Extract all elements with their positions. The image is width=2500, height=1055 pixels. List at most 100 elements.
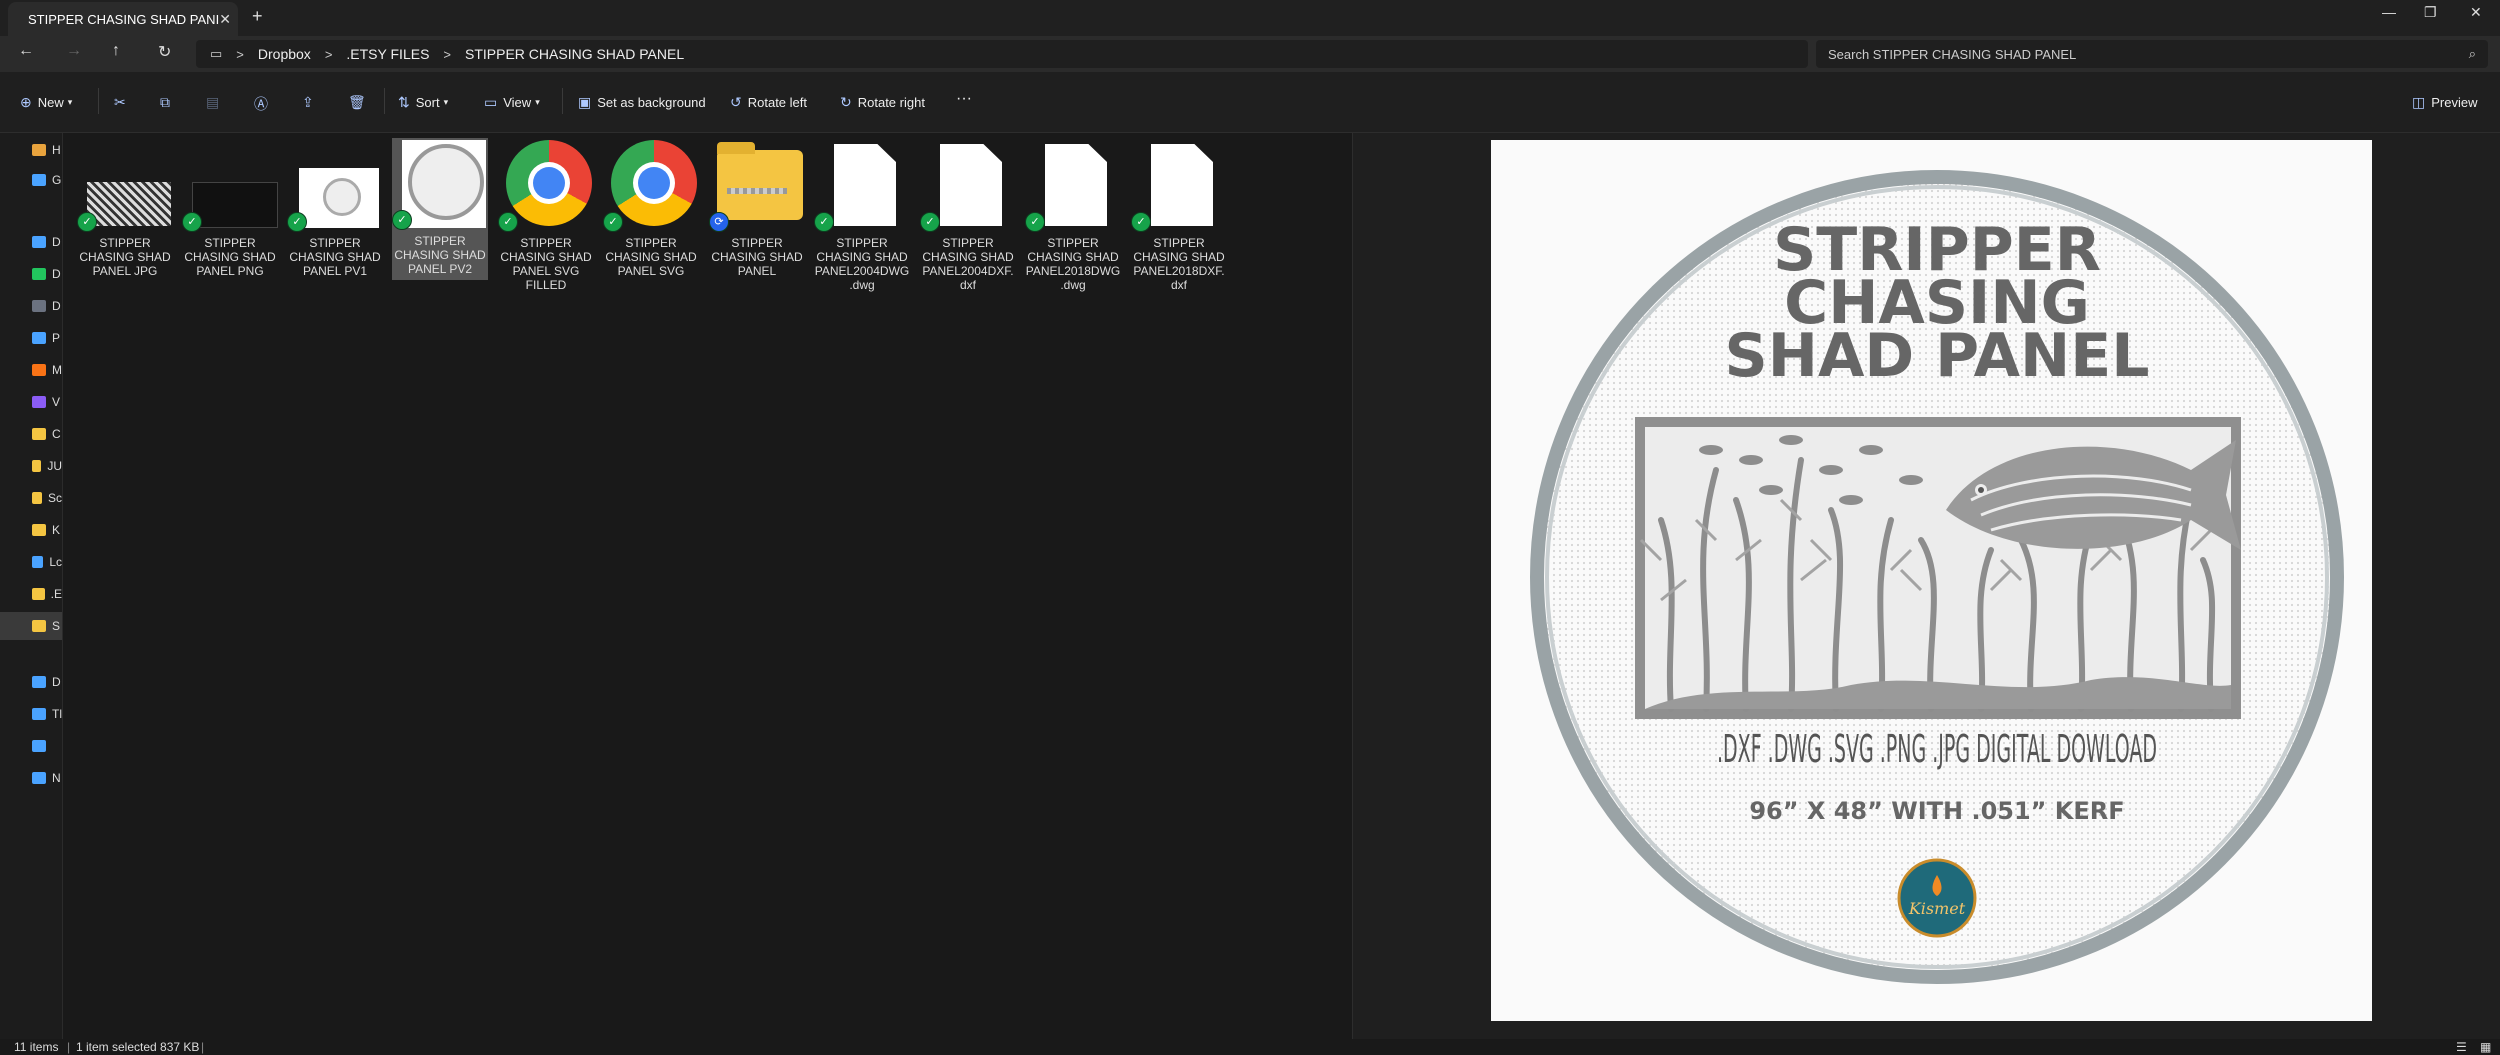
forward-arrow-icon[interactable]: → [66, 42, 82, 60]
delete-icon[interactable]: 🗑 [348, 94, 372, 111]
file-item[interactable]: ✓ STIPPER CHASING SHAD PANEL2004DWG.dwg [814, 140, 910, 300]
nav-item[interactable]: M [0, 356, 62, 384]
nav-item-icon [32, 556, 44, 568]
status-bar [0, 1039, 2500, 1055]
nav-item-icon [32, 740, 46, 752]
rename-icon[interactable]: Ⓐ [254, 94, 274, 114]
cut-icon[interactable]: ✂ [114, 94, 132, 111]
view-button[interactable]: ▭ View ▾ [484, 94, 540, 111]
preview-toggle-button[interactable]: ◫ Preview [2412, 94, 2477, 111]
rotate-right-icon: ↻ [840, 94, 852, 110]
rotate-right-button[interactable]: ↻ Rotate right [840, 94, 925, 111]
back-arrow-icon[interactable]: ← [18, 42, 34, 60]
nav-item[interactable]: N [0, 764, 62, 792]
nav-item-label: Sc [47, 491, 62, 505]
file-item[interactable]: ✓ STIPPER CHASING SHAD PANEL2004DXF.dxf [920, 140, 1016, 300]
close-window-button[interactable]: ✕ [2470, 4, 2482, 21]
nav-item-label: S [52, 619, 61, 633]
breadcrumb-dropbox[interactable]: Dropbox [258, 46, 311, 62]
share-icon[interactable]: ⇪ [302, 94, 320, 111]
image-thumbnail [190, 140, 278, 232]
image-thumbnail [295, 140, 381, 232]
nav-item-label: V [52, 395, 61, 409]
file-item[interactable]: ✓ STIPPER CHASING SHAD PANEL PV2 [392, 138, 488, 280]
file-item[interactable]: ✓ STIPPER CHASING SHAD PANEL2018DWG.dwg [1025, 140, 1121, 300]
refresh-icon[interactable]: ↻ [158, 42, 171, 62]
nav-item-icon [32, 620, 46, 632]
document-icon [928, 140, 1014, 232]
nav-item-label: N [52, 771, 61, 785]
document-icon [822, 140, 908, 232]
nav-item[interactable]: G [0, 166, 62, 194]
nav-item-icon [32, 460, 42, 472]
set-as-background-button[interactable]: ▣ Set as background [578, 94, 706, 111]
new-button[interactable]: ⊕ New ▾ [20, 94, 72, 111]
search-input[interactable]: Search STIPPER CHASING SHAD PANEL ⌕ [1816, 40, 2488, 68]
nav-item[interactable]: S [0, 612, 62, 640]
nav-item[interactable]: JU [0, 452, 62, 480]
file-item[interactable]: ✓ STIPPER CHASING SHAD PANEL SVG [603, 140, 699, 300]
nav-item-label: .E [50, 587, 62, 601]
nav-item[interactable]: H [0, 136, 62, 164]
nav-item[interactable]: D [0, 260, 62, 288]
nav-item-icon [32, 396, 46, 408]
file-item[interactable]: ✓ STIPPER CHASING SHAD PANEL PNG [182, 140, 278, 300]
file-item[interactable]: ✓ STIPPER CHASING SHAD PANEL2018DXF.dxf [1131, 140, 1227, 300]
sort-icon: ⇅ [398, 94, 410, 110]
synced-check-icon: ✓ [920, 212, 940, 232]
close-tab-icon[interactable]: ✕ [219, 11, 231, 28]
nav-item[interactable]: D [0, 668, 62, 696]
file-name: STIPPER CHASING SHAD PANEL SVG FILLED [500, 236, 592, 292]
copy-icon[interactable]: ⧉ [160, 94, 176, 111]
new-tab-button[interactable]: + [252, 6, 263, 27]
toolbar-divider [98, 88, 99, 114]
nav-item[interactable]: Tl [0, 700, 62, 728]
nav-item[interactable]: D [0, 228, 62, 256]
set-as-background-label: Set as background [597, 95, 706, 110]
maximize-button[interactable]: ❐ [2424, 4, 2437, 21]
search-icon[interactable]: ⌕ [2469, 46, 2476, 62]
more-options-button[interactable]: ··· [956, 90, 972, 108]
rotate-right-label: Rotate right [857, 95, 925, 110]
nav-item[interactable]: Sc [0, 484, 62, 512]
preview-label: Preview [2431, 95, 2478, 110]
tiles-view-icon[interactable]: ▦ [2480, 1040, 2491, 1054]
nav-item-label: D [52, 675, 61, 689]
file-item[interactable]: ✓ STIPPER CHASING SHAD PANEL PV1 [287, 140, 383, 300]
view-label: View [503, 95, 532, 110]
nav-item[interactable]: V [0, 388, 62, 416]
nav-item[interactable]: Lc [0, 548, 62, 576]
synced-check-icon: ✓ [182, 212, 202, 232]
panel-artwork: STRIPPER CHASING SHAD PANEL .DXF .DWG .S… [1491, 140, 2372, 1021]
nav-item[interactable]: .E [0, 580, 62, 608]
nav-item[interactable]: D [0, 292, 62, 320]
nav-item-label: G [52, 173, 62, 187]
minimize-button[interactable]: — [2382, 4, 2396, 20]
up-arrow-icon[interactable]: ↑ [112, 42, 120, 60]
breadcrumb-separator: > [324, 46, 333, 62]
command-bar [0, 72, 2500, 133]
sort-button[interactable]: ⇅ Sort ▾ [398, 94, 448, 111]
nav-item-icon [32, 236, 46, 248]
breadcrumb-current-folder[interactable]: STIPPER CHASING SHAD PANEL [465, 46, 684, 62]
file-item[interactable]: ⟳ STIPPER CHASING SHAD PANEL [709, 140, 805, 300]
nav-item[interactable]: P [0, 324, 62, 352]
nav-item-label: K [52, 523, 61, 537]
nav-item[interactable]: C [0, 420, 62, 448]
status-divider: | [201, 1040, 205, 1054]
window-tab[interactable]: STIPPER CHASING SHAD PANI ✕ [8, 2, 238, 36]
breadcrumb-etsy-files[interactable]: .ETSY FILES [346, 46, 429, 62]
file-item[interactable]: ✓ STIPPER CHASING SHAD PANEL SVG FILLED [498, 140, 594, 300]
details-view-icon[interactable]: ☰ [2456, 1040, 2467, 1054]
breadcrumb-separator: > [236, 46, 244, 62]
rotate-left-button[interactable]: ↺ Rotate left [730, 94, 807, 111]
nav-item-label: Tl [52, 707, 62, 721]
address-bar[interactable]: ▭ > Dropbox > .ETSY FILES > STIPPER CHAS… [196, 40, 1808, 68]
nav-item[interactable] [0, 732, 62, 760]
paste-icon[interactable]: ▤ [206, 94, 225, 111]
file-name: STIPPER CHASING SHAD PANEL JPG [79, 236, 171, 278]
nav-item[interactable]: K [0, 516, 62, 544]
file-item[interactable]: ✓ STIPPER CHASING SHAD PANEL JPG [77, 140, 173, 300]
synced-check-icon: ✓ [603, 212, 623, 232]
rotate-left-icon: ↺ [730, 94, 742, 110]
